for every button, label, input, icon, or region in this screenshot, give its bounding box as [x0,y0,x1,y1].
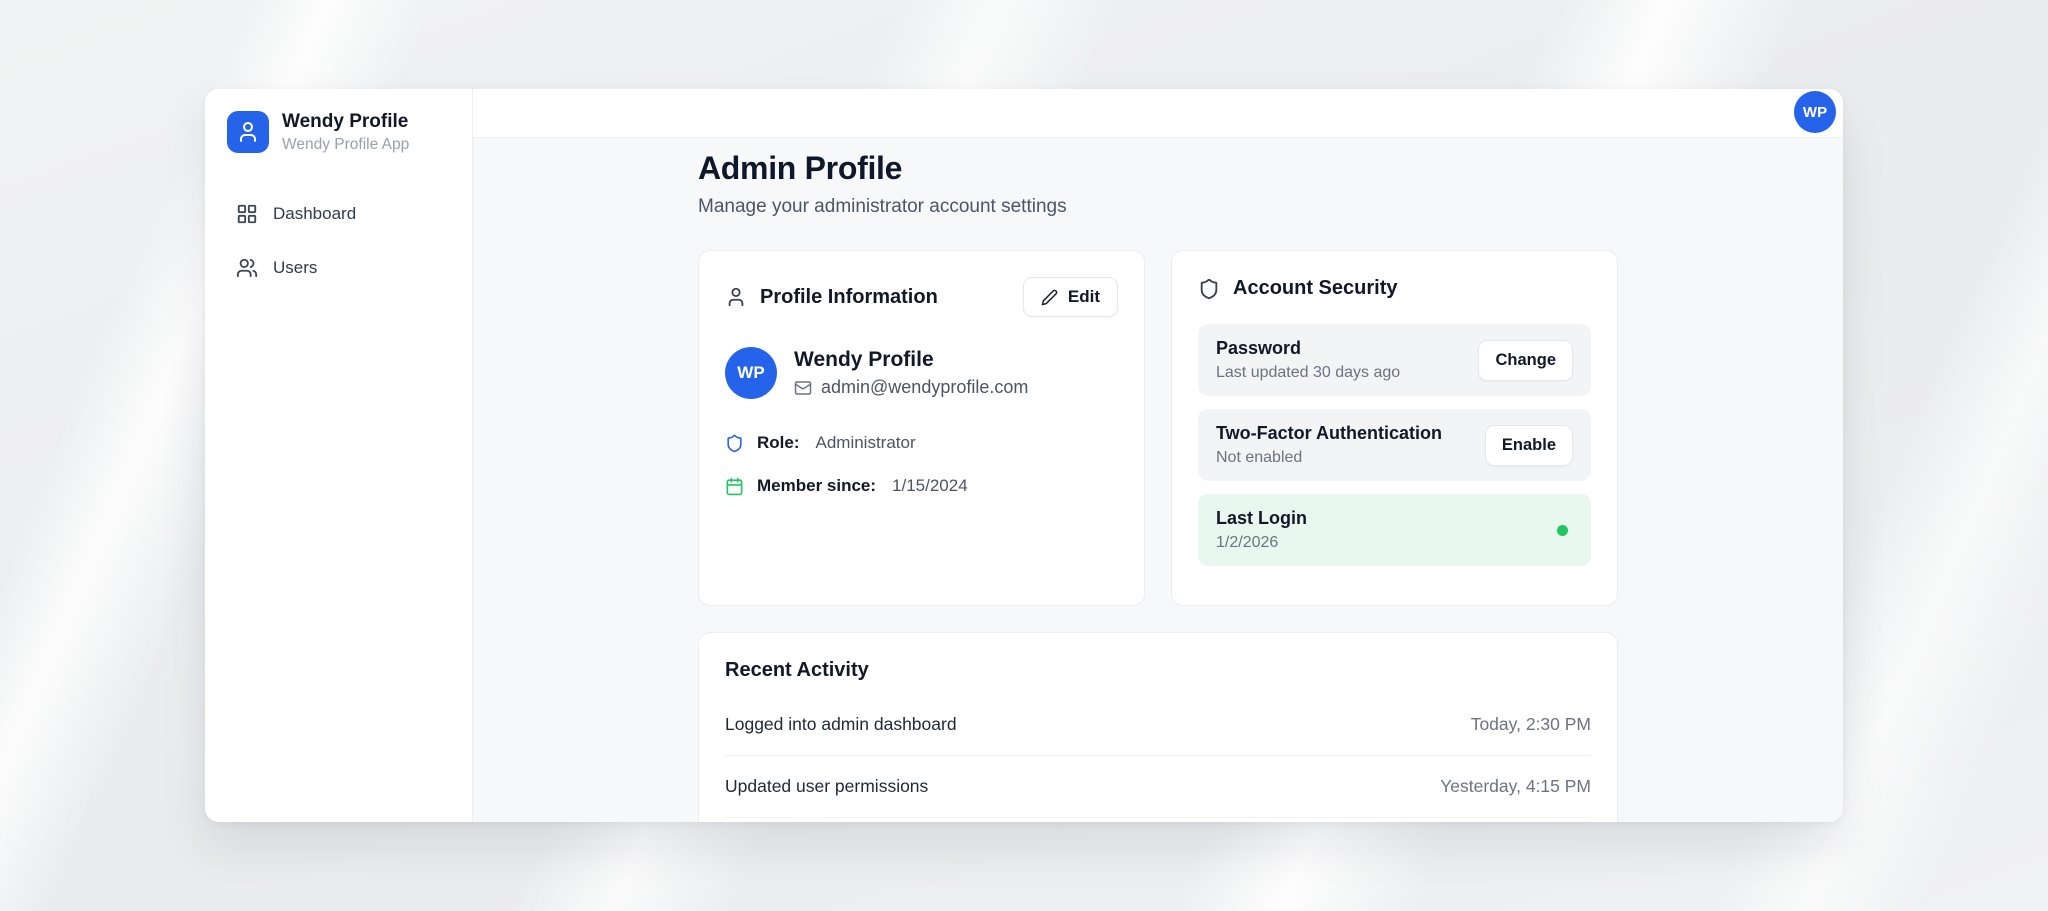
two-factor-row-title: Two-Factor Authentication [1216,423,1442,444]
profile-information-card: Profile Information Edit WP [698,250,1145,606]
sidebar: Wendy Profile Wendy Profile App Dashboar… [205,89,473,822]
password-row-title: Password [1216,338,1400,359]
mail-icon [794,379,812,397]
brand-title: Wendy Profile [282,111,409,133]
password-row-subtitle: Last updated 30 days ago [1216,364,1400,382]
page-title: Admin Profile [698,148,1618,188]
activity-row: Updated user permissions Yesterday, 4:15… [725,756,1591,818]
sidebar-item-label: Users [273,258,317,278]
sidebar-item-users[interactable]: Users [227,248,450,288]
topbar-avatar[interactable]: WP [1794,91,1836,133]
member-since-row: Member since: 1/15/2024 [725,476,1118,496]
profile-email: admin@wendyprofile.com [821,377,1028,398]
edit-button-label: Edit [1068,287,1100,307]
activity-row: Logged into admin dashboard Today, 2:30 … [725,694,1591,756]
activity-time: Yesterday, 4:15 PM [1440,776,1591,797]
last-login-row-title: Last Login [1216,508,1307,529]
content-area: Admin Profile Manage your administrator … [473,138,1843,822]
brand-text: Wendy Profile Wendy Profile App [282,111,409,154]
activity-time: Today, 2:30 PM [1471,714,1591,735]
role-row: Role: Administrator [725,433,1118,453]
activity-label: Updated user permissions [725,776,928,797]
brand: Wendy Profile Wendy Profile App [227,111,450,154]
online-status-dot [1557,525,1568,536]
sidebar-nav: Dashboard Users [227,194,450,288]
role-value: Administrator [816,433,916,453]
last-login-row-subtitle: 1/2/2026 [1216,534,1307,552]
account-security-card: Account Security Password Last updated 3… [1171,250,1618,606]
sidebar-item-dashboard[interactable]: Dashboard [227,194,450,234]
security-card-title: Account Security [1233,277,1397,300]
password-row: Password Last updated 30 days ago Change [1198,324,1591,396]
users-icon [236,257,258,279]
profile-card-title: Profile Information [760,286,938,309]
calendar-icon [725,477,744,496]
change-password-button[interactable]: Change [1478,340,1573,381]
edit-button[interactable]: Edit [1023,277,1118,317]
enable-two-factor-button[interactable]: Enable [1485,425,1573,466]
recent-activity-card: Recent Activity Logged into admin dashbo… [698,632,1618,822]
two-factor-row-subtitle: Not enabled [1216,449,1442,467]
shield-icon [1198,278,1220,300]
profile-avatar: WP [725,347,777,399]
pencil-icon [1041,289,1058,306]
app-window: Wendy Profile Wendy Profile App Dashboar… [205,89,1843,822]
brand-user-icon [227,111,269,153]
main-area: WP Admin Profile Manage your administrat… [473,89,1843,822]
role-label: Role: [757,433,800,453]
dashboard-grid-icon [236,203,258,225]
activity-card-title: Recent Activity [725,659,1591,682]
page-subtitle: Manage your administrator account settin… [698,196,1618,218]
sidebar-item-label: Dashboard [273,204,356,224]
topbar: WP [473,89,1843,138]
member-since-label: Member since: [757,476,876,496]
brand-subtitle: Wendy Profile App [282,136,409,154]
shield-icon [725,434,744,453]
profile-name: Wendy Profile [794,348,1028,372]
member-since-value: 1/15/2024 [892,476,968,496]
activity-label: Logged into admin dashboard [725,714,957,735]
last-login-row: Last Login 1/2/2026 [1198,494,1591,566]
user-icon [725,286,747,308]
two-factor-row: Two-Factor Authentication Not enabled En… [1198,409,1591,481]
